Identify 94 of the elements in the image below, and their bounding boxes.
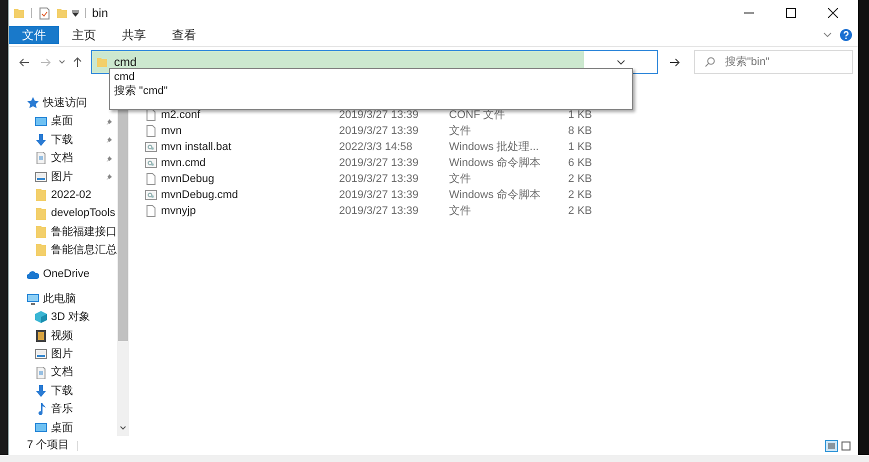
sidebar-item[interactable]: 3D 对象 [51,309,90,326]
modified-date: 2019/3/27 13:39 [339,172,419,185]
sidebar-item[interactable]: 2022-02 [51,186,92,204]
dropdown-icon[interactable] [72,10,79,16]
star-icon [27,97,39,110]
sidebar-item[interactable]: 音乐 [51,401,73,418]
document-icon [35,152,47,164]
sidebar-item[interactable]: 下载 [51,132,73,148]
sidebar-item[interactable]: 下载 [51,382,73,400]
modified-date: 2019/3/27 13:39 [339,204,419,217]
folder-icon [96,56,108,68]
modified-date: 2019/3/27 13:39 [339,108,419,121]
file-type: 文件 [449,204,471,217]
ribbon-tab[interactable]: 共享 [109,26,159,44]
modified-date: 2019/3/27 13:39 [339,124,419,137]
down-arrow-icon [35,385,47,398]
file-type: Windows 命令脚本 [449,156,541,169]
file-name[interactable]: mvn install.bat [161,138,232,156]
file-icon [145,205,157,217]
sidebar-item[interactable]: 视频 [51,328,73,344]
computer-icon [27,293,39,306]
sidebar-item[interactable]: OneDrive [43,266,90,283]
file-type: Windows 批处理... [449,140,539,153]
folder-icon [35,189,47,202]
folder-icon [35,226,47,238]
file-size: 1 KB [568,140,592,153]
details-view-icon[interactable] [825,440,838,452]
sidebar-item[interactable]: 文档 [51,364,73,381]
down-arrow-icon [35,134,47,146]
file-name[interactable]: mvn.cmd [161,154,206,172]
search-field[interactable]: 搜索"bin" [694,50,853,74]
search-icon [705,57,715,67]
maximize-icon[interactable] [786,8,796,18]
back-arrow-icon[interactable] [19,58,29,66]
picture-icon [35,170,47,183]
chevron-icon[interactable] [616,60,624,64]
file-size: 2 KB [568,188,592,201]
sidebar-item[interactable]: 文档 [51,150,73,167]
cube-icon [35,311,47,324]
sidebar-item[interactable]: developTools [51,205,116,222]
scroll-down-icon[interactable] [120,426,126,430]
file-size: 1 KB [568,108,592,121]
file-type: Windows 命令脚本 [449,188,541,201]
modified-date: 2019/3/27 13:39 [339,188,419,201]
picture-icon [35,348,47,360]
cloud-icon [27,268,39,281]
file-size: 2 KB [568,172,592,185]
search-input[interactable]: 搜索"bin" [725,54,845,70]
file-name[interactable]: mvn [161,122,182,140]
window-title: bin [92,5,108,22]
file-size: 8 KB [568,124,592,137]
script-file-icon [145,189,157,201]
sidebar-item[interactable]: 桌面 [51,113,73,130]
script-file-icon [145,157,157,169]
ribbon-tab[interactable]: 主页 [59,26,109,44]
recent-chevron-icon[interactable] [59,60,65,64]
properties-icon[interactable] [38,6,50,20]
document-icon [35,366,47,379]
file-size: 6 KB [568,156,592,169]
film-icon [35,330,47,342]
monitor-icon [35,422,47,434]
file-type: 文件 [449,124,471,137]
large-icons-view-icon[interactable] [840,440,852,452]
suggestion-item[interactable]: 搜索 "cmd" [114,84,168,98]
file-type: CONF 文件 [449,108,506,121]
file-name[interactable]: mvnyjp [161,202,196,220]
go-arrow-icon[interactable] [670,58,680,66]
ribbon-tab[interactable]: 查看 [159,26,209,44]
file-name[interactable]: m2.conf [161,106,200,124]
file-icon [145,173,157,185]
sidebar-item[interactable]: 鲁能福建接口 [51,224,117,240]
item-count: 7 个项目 [27,438,70,454]
folder-icon [35,208,47,220]
address-text: cmd [114,54,137,71]
script-file-icon [145,141,157,153]
file-icon [145,125,157,137]
sidebar-item[interactable]: 桌面 [51,420,73,436]
file-name[interactable]: mvnDebug.cmd [161,186,238,204]
up-arrow-icon[interactable] [73,57,82,67]
sidebar-item[interactable]: 此电脑 [43,290,76,308]
modified-date: 2022/3/3 14:58 [339,140,412,153]
close-icon[interactable] [828,8,838,18]
sidebar-item[interactable]: 图片 [51,168,73,185]
folder-icon [35,244,47,256]
file-name[interactable]: mvnDebug [161,170,214,188]
sidebar-item[interactable]: 图片 [51,346,73,363]
help-icon[interactable] [840,29,852,41]
file-type: 文件 [449,172,471,185]
modified-date: 2019/3/27 13:39 [339,156,419,169]
monitor-icon [35,116,47,128]
sidebar-item[interactable]: 快速访问 [43,94,87,112]
file-size: 2 KB [568,204,592,217]
sidebar-item[interactable]: 鲁能信息汇总 [51,242,117,259]
ribbon-tab[interactable]: 文件 [9,26,59,44]
